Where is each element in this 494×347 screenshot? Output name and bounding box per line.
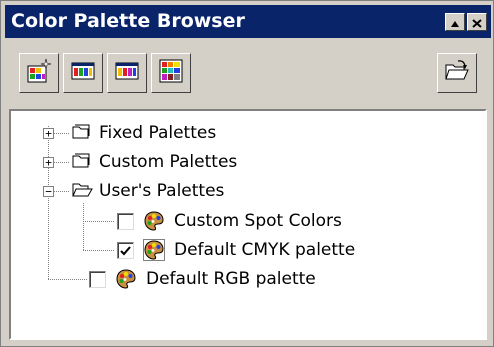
palette-strip-icon: [115, 61, 139, 85]
palette-icon: [115, 268, 137, 294]
tree-item-fixed-palettes[interactable]: Fixed Palettes: [99, 122, 216, 144]
checkmark-icon: [120, 241, 131, 260]
default-cmyk-palette-checkbox[interactable]: [117, 242, 134, 259]
open-folder-icon: [444, 59, 470, 87]
tree-item-users-palettes[interactable]: User's Palettes: [99, 180, 224, 202]
minimize-button[interactable]: [445, 13, 465, 31]
palette-icon: [143, 239, 165, 265]
close-x-icon: [472, 13, 482, 32]
color-grid-icon: [159, 59, 183, 87]
collapse-toggle[interactable]: −: [43, 186, 54, 197]
tree-item-default-rgb-palette[interactable]: Default RGB palette: [146, 268, 316, 290]
palette-strip-icon: [71, 61, 95, 85]
custom-spot-colors-checkbox[interactable]: [117, 213, 134, 230]
toolbar: [9, 49, 487, 99]
up-triangle-icon: [450, 13, 460, 32]
new-palette-button[interactable]: [19, 53, 59, 93]
color-palette-browser-window: Color Palette Browser + Fixed Palettes +…: [0, 0, 494, 347]
palette-icon: [143, 210, 165, 236]
palette-tree[interactable]: + Fixed Palettes + Custom Palettes − Use…: [9, 109, 487, 340]
tree-item-custom-palettes[interactable]: Custom Palettes: [99, 151, 237, 173]
expand-toggle[interactable]: +: [43, 157, 54, 168]
open-folder-button[interactable]: [437, 53, 477, 93]
expand-toggle[interactable]: +: [43, 128, 54, 139]
open-palette-button[interactable]: [63, 53, 103, 93]
close-button[interactable]: [467, 13, 487, 31]
palette-editor-button[interactable]: [107, 53, 147, 93]
folder-closed-icon: [71, 123, 91, 145]
new-palette-icon: [26, 58, 52, 88]
folder-open-icon: [71, 181, 93, 203]
tree-item-default-cmyk-palette[interactable]: Default CMYK palette: [174, 239, 355, 261]
title-bar[interactable]: Color Palette Browser: [5, 5, 491, 38]
default-rgb-palette-checkbox[interactable]: [89, 271, 106, 288]
window-title: Color Palette Browser: [11, 10, 245, 32]
color-grid-button[interactable]: [151, 53, 191, 93]
folder-closed-icon: [71, 152, 91, 174]
tree-item-custom-spot-colors[interactable]: Custom Spot Colors: [174, 210, 342, 232]
